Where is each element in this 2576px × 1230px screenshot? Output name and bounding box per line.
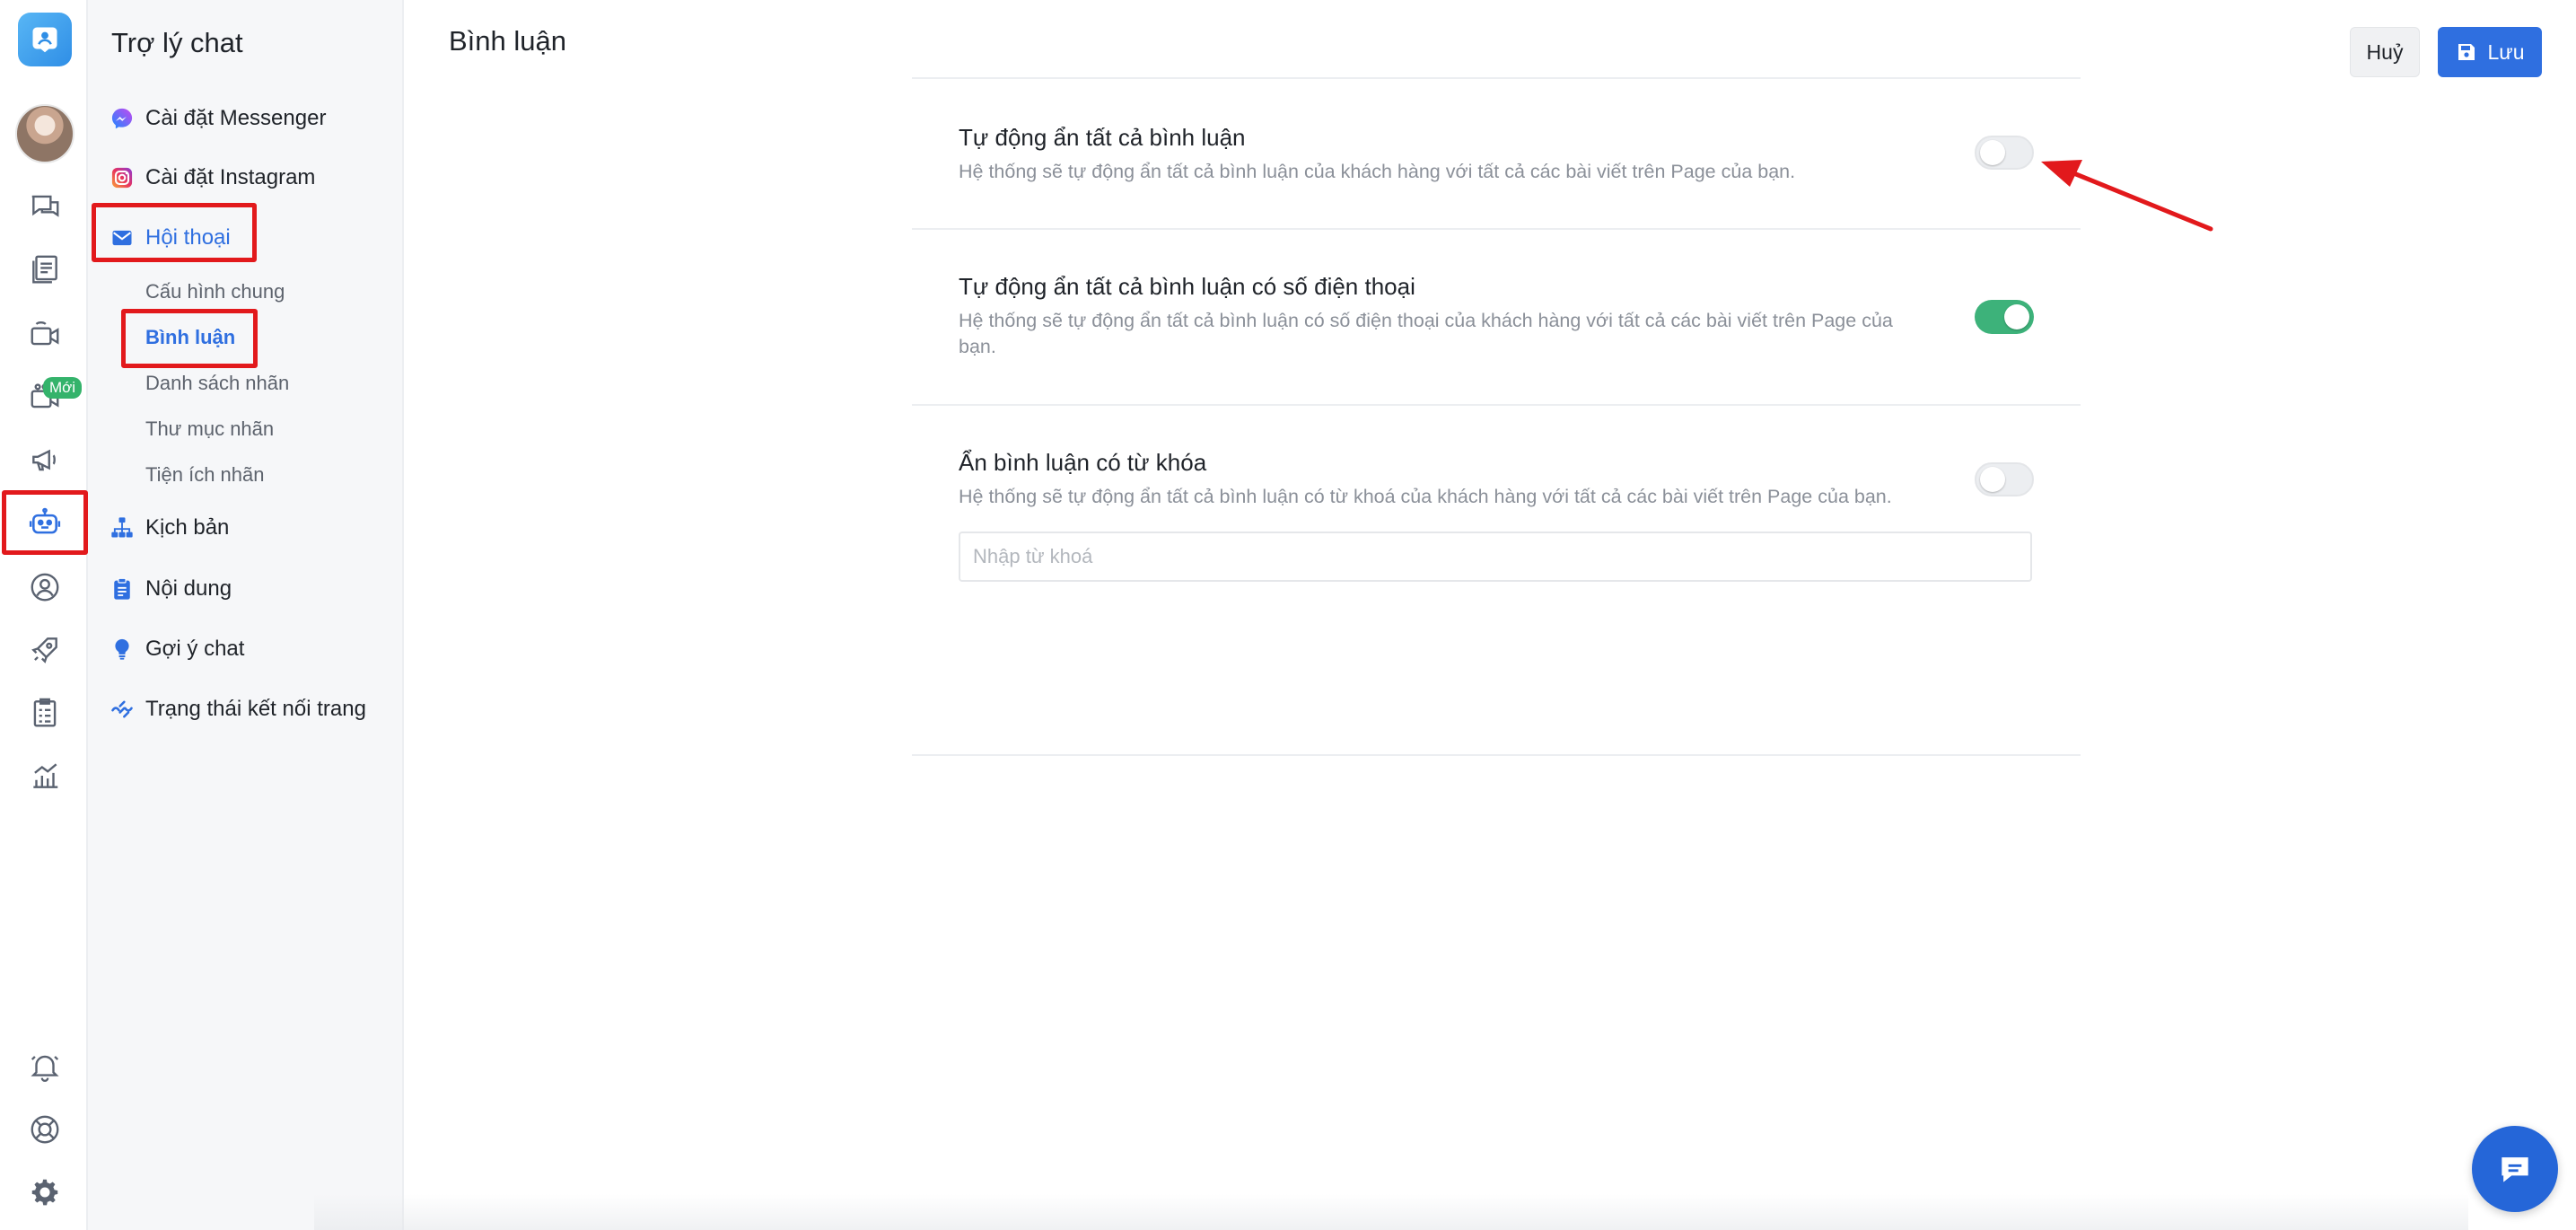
cancel-button[interactable]: Huỷ [2350, 27, 2420, 77]
setting-title: Ẩn bình luận có từ khóa [959, 449, 1207, 476]
sidebar-item-label: Gợi ý chat [145, 637, 245, 661]
sidebar-item-messenger[interactable]: Cài đặt Messenger [110, 101, 326, 136]
clipboard-icon [110, 576, 135, 602]
comments-highlight-box [121, 309, 258, 368]
new-badge: Mới [43, 377, 83, 399]
setting-hide-keyword-comments: Ẩn bình luận có từ khóa Hệ thống sẽ tự đ… [959, 449, 2032, 510]
toggle-knob [2004, 304, 2029, 329]
subitem-label-list[interactable]: Danh sách nhãn [145, 368, 289, 399]
setting-title: Tự động ẩn tất cả bình luận [959, 124, 1246, 151]
sidebar-item-page-connection[interactable]: Trạng thái kết nối trang [110, 691, 366, 727]
toggle-knob [1980, 467, 2005, 492]
rail-customer-icon[interactable] [20, 562, 70, 612]
messenger-icon [110, 106, 135, 131]
instagram-icon [110, 165, 135, 190]
chat-bubble-icon [2502, 1157, 2528, 1182]
sidebar-item-label: Trạng thái kết nối trang [145, 697, 366, 721]
sidebar-item-label: Cài đặt Instagram [145, 165, 316, 189]
toggle-hide-phone-comments[interactable] [1975, 300, 2034, 334]
rail-settings-gear-icon[interactable] [20, 1167, 70, 1217]
page-title: Bình luận [449, 25, 566, 57]
rail-livestream-icon[interactable] [20, 309, 70, 359]
sidebar-item-instagram[interactable]: Cài đặt Instagram [110, 160, 315, 196]
rail-help-icon[interactable] [20, 1104, 70, 1155]
setting-hide-all-comments: Tự động ẩn tất cả bình luận Hệ thống sẽ … [959, 124, 2032, 185]
sidebar-item-content[interactable]: Nội dung [110, 571, 232, 607]
divider [912, 754, 2081, 756]
app-logo-icon[interactable] [18, 13, 72, 66]
sidebar-item-label: Nội dung [145, 576, 232, 601]
setting-description: Hệ thống sẽ tự động ẩn tất cả bình luận … [959, 486, 1892, 507]
sidebar-title: Trợ lý chat [111, 27, 243, 58]
chat-support-button[interactable] [2472, 1126, 2558, 1212]
icon-rail: Mới [0, 0, 88, 1230]
rail-rocket-icon[interactable] [20, 625, 70, 675]
rail-megaphone-icon[interactable] [20, 435, 70, 485]
connection-icon [110, 697, 135, 722]
bottom-shade [314, 1194, 2468, 1230]
sidebar-item-chat-suggestion[interactable]: Gợi ý chat [110, 631, 244, 667]
keyword-input[interactable] [959, 532, 2032, 582]
divider [912, 228, 2081, 230]
conversation-highlight-box [92, 203, 257, 262]
setting-hide-phone-comments: Tự động ẩn tất cả bình luận có số điện t… [959, 273, 2032, 360]
save-button[interactable]: Lưu [2438, 27, 2542, 77]
rail-orders-icon[interactable] [20, 688, 70, 738]
sitemap-icon [110, 515, 135, 540]
annotation-arrow-icon [2041, 160, 2213, 232]
sidebar-item-label: Cài đặt Messenger [145, 106, 327, 130]
rail-analytics-icon[interactable] [20, 751, 70, 801]
rail-conversations-icon[interactable] [20, 181, 70, 232]
divider [912, 404, 2081, 406]
subitem-general-config[interactable]: Cấu hình chung [145, 277, 285, 307]
toggle-knob [1980, 140, 2005, 165]
rail-notification-icon[interactable] [20, 1041, 70, 1092]
save-label: Lưu [2487, 40, 2525, 64]
subitem-label-utilities[interactable]: Tiện ích nhãn [145, 460, 265, 490]
lightbulb-icon [110, 637, 135, 662]
sidebar-item-label: Kịch bản [145, 515, 230, 540]
setting-description: Hệ thống sẽ tự động ẩn tất cả bình luận … [959, 310, 1893, 357]
toggle-hide-all-comments[interactable] [1975, 136, 2034, 170]
subitem-label-folder[interactable]: Thư mục nhãn [145, 414, 274, 444]
rail-posts-icon[interactable] [20, 244, 70, 294]
sidebar-item-scenario[interactable]: Kịch bản [110, 510, 229, 546]
floppy-disk-icon [2458, 44, 2475, 60]
setting-title: Tự động ẩn tất cả bình luận có số điện t… [959, 273, 1415, 300]
divider [912, 77, 2081, 79]
rail-active-highlight [2, 490, 88, 555]
sub-sidebar: Trợ lý chat Cài đặt Messenger Cài đặt In… [88, 0, 404, 1230]
toggle-hide-keyword-comments[interactable] [1975, 462, 2034, 496]
setting-description: Hệ thống sẽ tự động ẩn tất cả bình luận … [959, 161, 1796, 182]
user-avatar[interactable] [15, 104, 74, 163]
